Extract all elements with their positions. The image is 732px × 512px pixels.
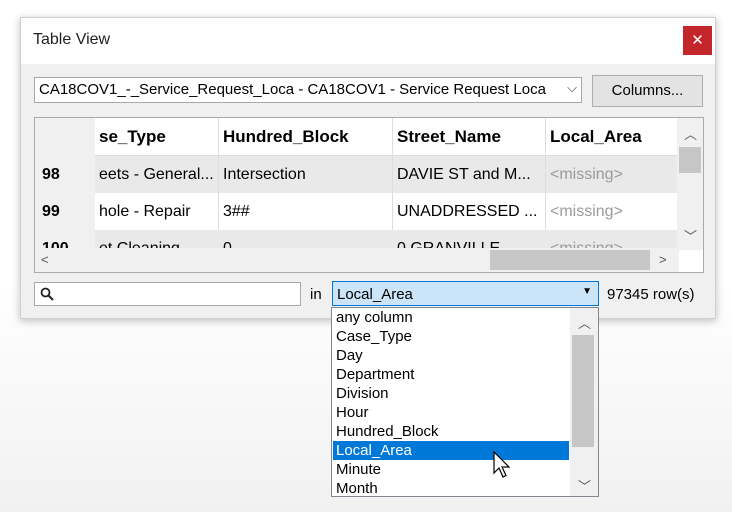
table-cell[interactable]: <missing> (546, 193, 679, 230)
dropdown-item[interactable]: Hour (333, 403, 569, 422)
table-cell[interactable]: 3## (219, 193, 393, 230)
row-number[interactable]: 99 (35, 193, 95, 230)
dropdown-item[interactable]: Division (333, 384, 569, 403)
scroll-left-icon[interactable]: < (41, 252, 49, 267)
column-header-local-area[interactable]: Local_Area (546, 118, 679, 156)
layer-select[interactable]: CA18COV1_-_Service_Request_Loca - CA18CO… (34, 77, 582, 103)
dropdown-item[interactable]: Day (333, 346, 569, 365)
vertical-scrollbar[interactable]: ︿ ﹀ (677, 118, 703, 250)
dropdown-item[interactable]: Minute (333, 460, 569, 479)
row-count: 97345 row(s) (607, 286, 695, 303)
table-cell[interactable]: Intersection (219, 156, 393, 193)
horizontal-scrollbar[interactable]: < > (35, 248, 679, 272)
dropdown-scroll-thumb[interactable] (572, 335, 594, 447)
vertical-scroll-thumb[interactable] (679, 147, 701, 173)
in-label: in (310, 286, 322, 303)
table-view-window: Table View ✕ CA18COV1_-_Service_Request_… (20, 17, 716, 319)
window-title: Table View (33, 31, 111, 48)
table-cell[interactable]: eets - General... (95, 156, 219, 193)
column-select-value: Local_Area (337, 286, 413, 303)
table-cell[interactable]: DAVIE ST and M... (393, 156, 546, 193)
dropdown-item[interactable]: Case_Type (333, 327, 569, 346)
title-bar: Table View ✕ (21, 18, 715, 64)
scroll-up-icon[interactable]: ︿ (578, 313, 591, 332)
scroll-right-icon[interactable]: > (659, 252, 667, 267)
close-icon: ✕ (691, 32, 704, 49)
column-header-street-name[interactable]: Street_Name (393, 118, 546, 156)
layer-select-value: CA18COV1_-_Service_Request_Loca - CA18CO… (39, 81, 546, 98)
data-table[interactable]: se_Type Hundred_Block Street_Name Local_… (34, 117, 704, 273)
dropdown-scrollbar[interactable]: ︿ ﹀ (570, 308, 598, 496)
table-cell[interactable]: <missing> (546, 156, 679, 193)
dropdown-item-selected[interactable]: Local_Area (333, 441, 569, 460)
table-cell[interactable]: hole - Repair (95, 193, 219, 230)
scroll-down-icon[interactable]: ﹀ (684, 226, 697, 245)
chevron-down-icon: ⌵ (567, 80, 577, 95)
dropdown-item[interactable]: Department (333, 365, 569, 384)
scroll-up-icon[interactable]: ︿ (684, 124, 697, 143)
dropdown-arrow-icon: ▼ (582, 286, 592, 297)
search-icon (40, 287, 54, 301)
column-dropdown-list[interactable]: any column Case_Type Day Department Divi… (331, 307, 599, 497)
close-button[interactable]: ✕ (683, 26, 712, 55)
row-number[interactable]: 98 (35, 156, 95, 193)
scroll-down-icon[interactable]: ﹀ (578, 476, 591, 495)
table-cell[interactable]: UNADDRESSED ... (393, 193, 546, 230)
columns-button[interactable]: Columns... (592, 75, 703, 107)
dropdown-item[interactable]: any column (333, 308, 569, 327)
search-input[interactable] (34, 282, 301, 306)
column-select[interactable]: Local_Area ▼ (332, 281, 599, 306)
dropdown-item[interactable]: Hundred_Block (333, 422, 569, 441)
dropdown-item[interactable]: Month (333, 479, 569, 496)
column-header-case-type[interactable]: se_Type (95, 118, 219, 156)
column-header-hundred-block[interactable]: Hundred_Block (219, 118, 393, 156)
mouse-cursor-icon (493, 451, 511, 478)
horizontal-scroll-thumb[interactable] (490, 250, 650, 270)
